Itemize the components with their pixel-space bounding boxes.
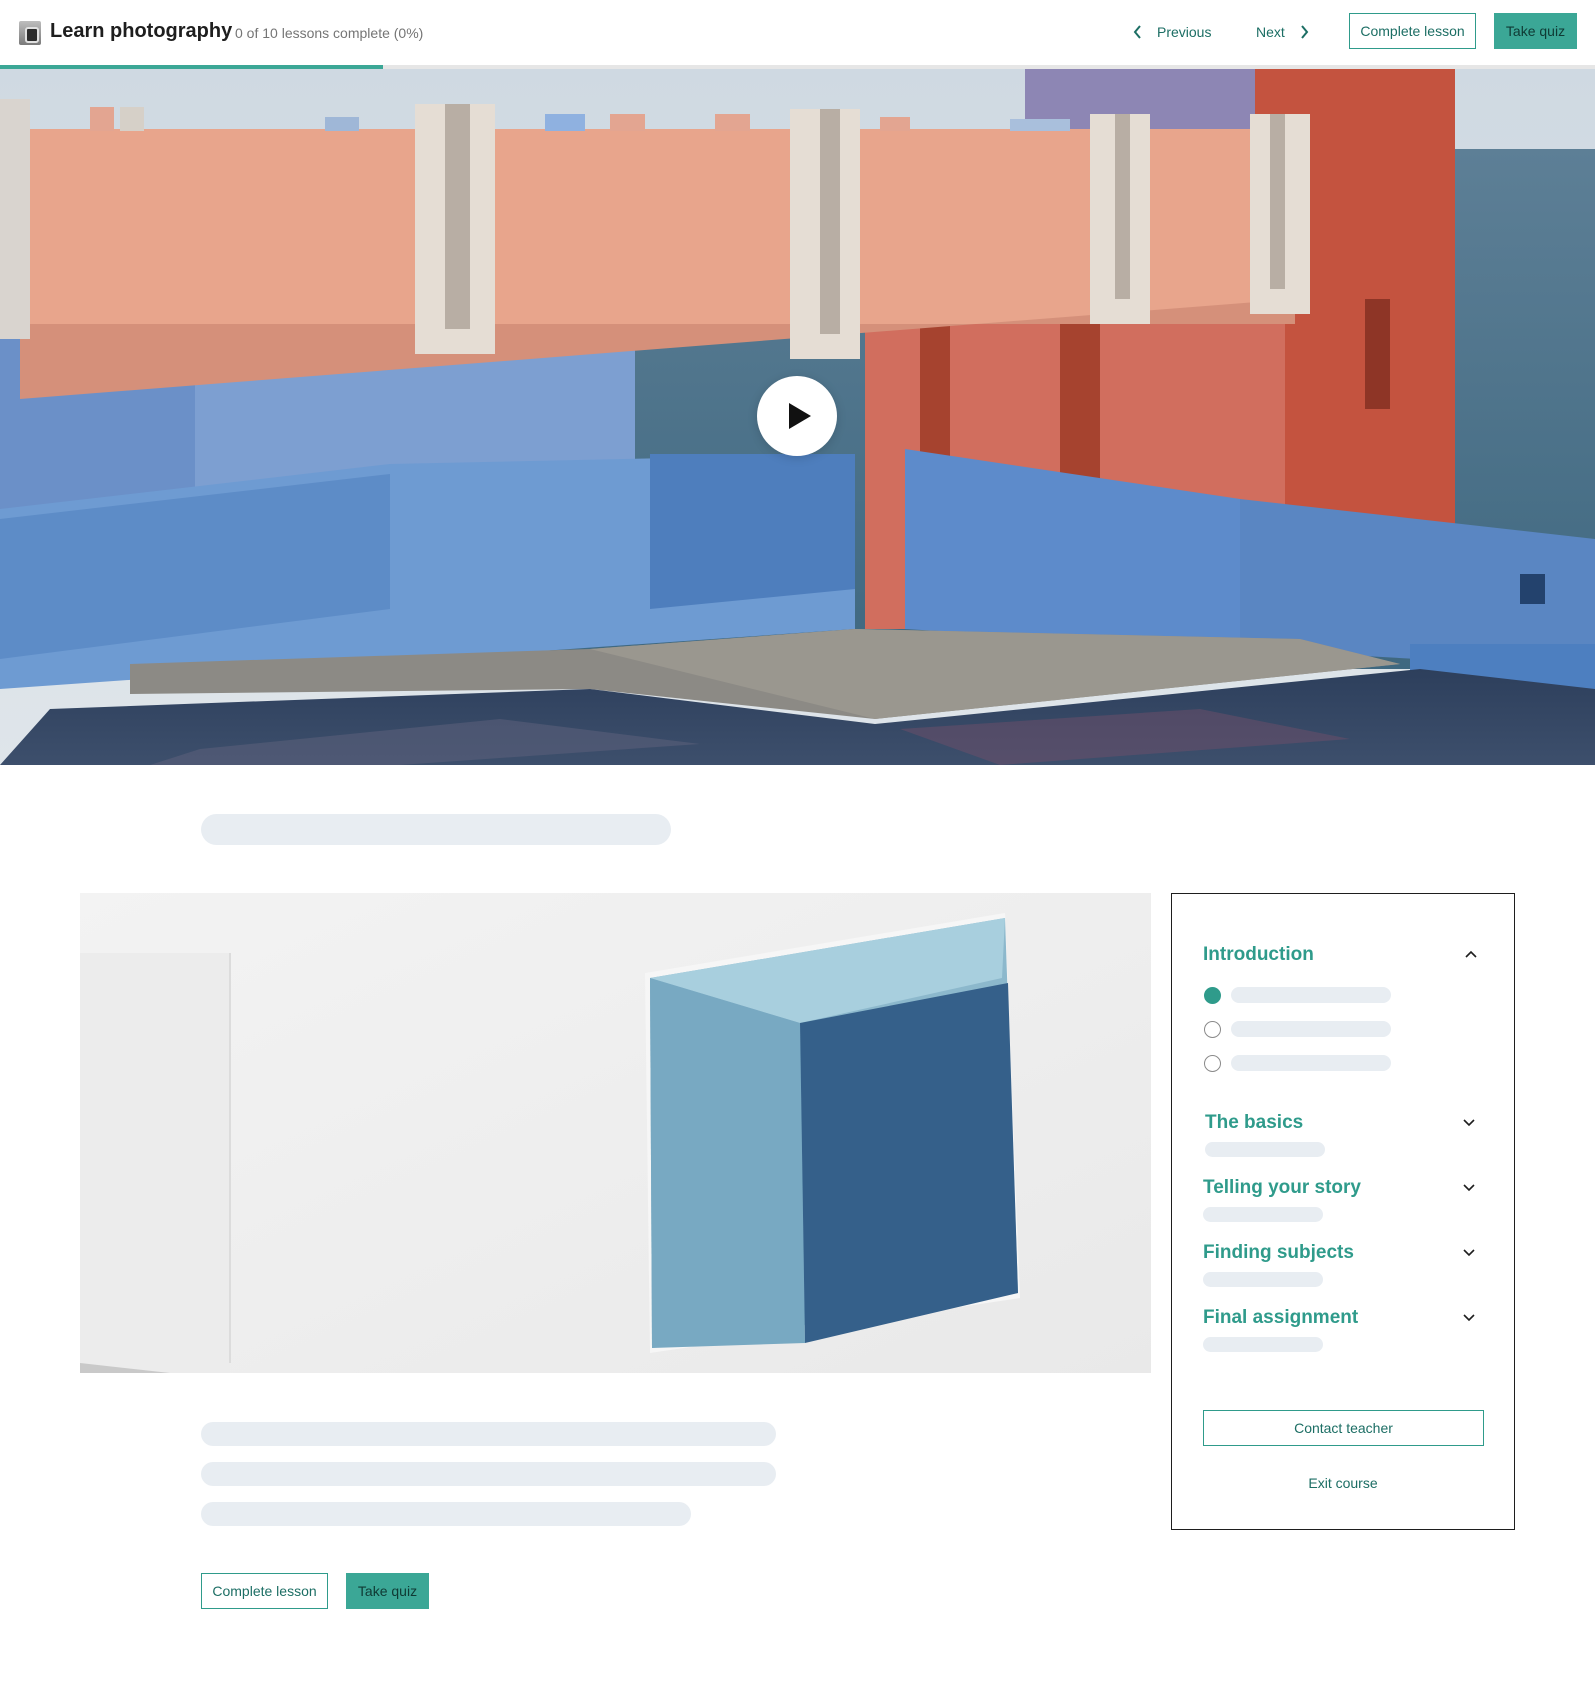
complete-lesson-button-bottom[interactable]: Complete lesson [201,1573,328,1609]
next-label: Next [1256,24,1285,40]
course-header: Learn photography 0 of 10 lessons comple… [0,0,1595,65]
lesson-title-placeholder [201,814,671,845]
section-meta-placeholder [1203,1337,1323,1352]
text-placeholder-line-2 [201,1462,776,1486]
lesson-incomplete-indicator [1204,1020,1221,1038]
section-meta-placeholder [1205,1142,1325,1157]
chevron-up-icon[interactable] [1463,946,1479,962]
lesson-title-placeholder [1231,1021,1391,1037]
lesson-item[interactable] [1204,986,1394,1004]
section-title-telling-your-story[interactable]: Telling your story [1203,1177,1361,1199]
lesson-title-placeholder [1231,1055,1391,1071]
chevron-right-icon [1301,25,1309,39]
play-video-button[interactable] [757,376,837,456]
previous-lesson-link[interactable]: Previous [1133,20,1211,44]
previous-label: Previous [1157,24,1212,40]
course-logo [19,21,41,45]
lesson-title-placeholder [1231,987,1391,1003]
section-meta-placeholder [1203,1272,1323,1287]
section-meta-placeholder [1203,1207,1323,1222]
lesson-item[interactable] [1204,1020,1394,1038]
take-quiz-button-bottom[interactable]: Take quiz [346,1573,429,1609]
lesson-incomplete-indicator [1204,1054,1221,1072]
course-progress-text: 0 of 10 lessons complete (0%) [235,25,424,41]
lesson-image [80,893,1151,1373]
section-title-final-assignment[interactable]: Final assignment [1203,1307,1358,1329]
course-outline-sidebar: Introduction The basics Telling your sto… [1171,893,1515,1530]
complete-lesson-button[interactable]: Complete lesson [1349,13,1476,49]
take-quiz-button[interactable]: Take quiz [1494,13,1577,49]
chevron-down-icon[interactable] [1461,1309,1477,1325]
course-title: Learn photography [50,20,233,42]
lesson-video[interactable] [0,69,1595,765]
section-title-the-basics[interactable]: The basics [1205,1112,1303,1134]
chevron-left-icon [1133,25,1141,39]
chevron-down-icon[interactable] [1461,1114,1477,1130]
lesson-current-indicator [1204,986,1221,1004]
white-wall-window-image [80,893,1151,1373]
text-placeholder-line-1 [201,1422,776,1446]
chevron-down-icon[interactable] [1461,1179,1477,1195]
next-lesson-link[interactable]: Next [1256,20,1309,44]
chevron-down-icon[interactable] [1461,1244,1477,1260]
contact-teacher-button[interactable]: Contact teacher [1203,1410,1484,1446]
section-title-introduction[interactable]: Introduction [1203,944,1314,966]
text-placeholder-line-3 [201,1502,691,1526]
lesson-item[interactable] [1204,1054,1394,1072]
section-title-finding-subjects[interactable]: Finding subjects [1203,1242,1354,1264]
exit-course-link[interactable]: Exit course [1172,1475,1514,1491]
